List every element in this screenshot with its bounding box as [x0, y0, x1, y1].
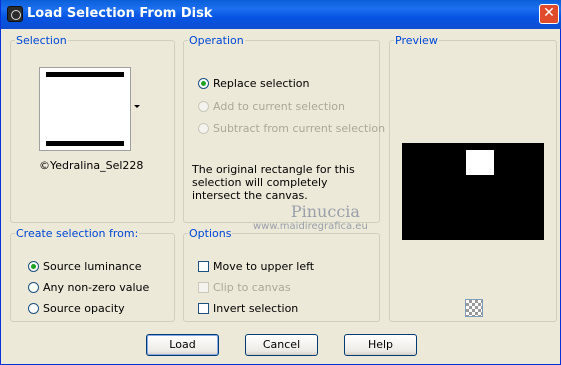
watermark: Pinuccia www.maidiregrafica.eu — [253, 202, 368, 232]
dropdown-arrow-icon[interactable] — [134, 105, 140, 108]
thumbnail-bottom-bar — [46, 141, 124, 146]
check-clip-box — [198, 282, 209, 293]
options-group: Options Move to upper left Clip to canva… — [183, 227, 380, 322]
radio-replace-label: Replace selection — [213, 77, 310, 90]
watermark-name: Pinuccia — [290, 202, 360, 221]
close-button[interactable]: ✕ — [539, 4, 559, 24]
cancel-button[interactable]: Cancel — [245, 334, 318, 356]
radio-luminance-dot[interactable] — [28, 261, 39, 272]
check-invert-selection[interactable]: Invert selection — [198, 302, 298, 315]
radio-add-selection: Add to current selection — [198, 100, 345, 113]
radio-add-dot — [198, 101, 209, 112]
window-title: Load Selection From Disk — [27, 6, 213, 21]
create-from-group: Create selection from: Source luminance … — [10, 227, 175, 322]
radio-replace-dot[interactable] — [198, 78, 209, 89]
radio-source-opacity[interactable]: Source opacity — [28, 302, 125, 315]
check-invert-label: Invert selection — [213, 302, 299, 315]
check-move-label: Move to upper left — [213, 260, 315, 273]
create-from-legend: Create selection from: — [16, 227, 139, 240]
radio-non-zero-label: Any non-zero value — [43, 281, 150, 294]
operation-group: Operation Replace selection Add to curre… — [183, 34, 385, 223]
camera-icon — [7, 6, 23, 22]
watermark-url: www.maidiregrafica.eu — [253, 221, 368, 232]
preview-selection-rect — [466, 150, 494, 175]
help-button[interactable]: Help — [344, 334, 417, 356]
radio-opacity-label: Source opacity — [43, 302, 125, 315]
selection-file-name: ©Yedralina_Sel228 — [39, 159, 144, 172]
radio-opacity-dot[interactable] — [28, 303, 39, 314]
check-move-upper-left[interactable]: Move to upper left — [198, 260, 314, 273]
radio-subtract-selection: Subtract from current selection — [198, 122, 385, 135]
radio-subtract-label: Subtract from current selection — [213, 122, 386, 135]
selection-thumbnail[interactable] — [39, 67, 131, 151]
check-invert-box[interactable] — [198, 303, 209, 314]
radio-subtract-dot — [198, 123, 209, 134]
operation-description: The original rectangle for this selectio… — [192, 163, 355, 202]
preview-legend: Preview — [395, 34, 438, 47]
selection-group: Selection ©Yedralina_Sel228 — [10, 34, 175, 223]
check-move-box[interactable] — [198, 261, 209, 272]
checkerboard-icon[interactable] — [465, 299, 483, 317]
radio-source-luminance[interactable]: Source luminance — [28, 260, 142, 273]
check-clip-label: Clip to canvas — [213, 281, 291, 294]
radio-non-zero[interactable]: Any non-zero value — [28, 281, 149, 294]
radio-luminance-label: Source luminance — [43, 260, 142, 273]
radio-add-label: Add to current selection — [213, 100, 345, 113]
operation-legend: Operation — [189, 34, 244, 47]
load-button[interactable]: Load — [146, 334, 219, 356]
title-bar[interactable]: Load Selection From Disk ✕ — [1, 0, 561, 29]
options-legend: Options — [189, 227, 232, 240]
radio-non-zero-dot[interactable] — [28, 282, 39, 293]
selection-legend: Selection — [16, 34, 67, 47]
radio-replace-selection[interactable]: Replace selection — [198, 77, 309, 90]
preview-group: Preview — [389, 34, 557, 322]
load-selection-dialog: Load Selection From Disk ✕ Selection ©Ye… — [0, 0, 561, 365]
check-clip-canvas: Clip to canvas — [198, 281, 291, 294]
thumbnail-top-bar — [46, 72, 124, 77]
